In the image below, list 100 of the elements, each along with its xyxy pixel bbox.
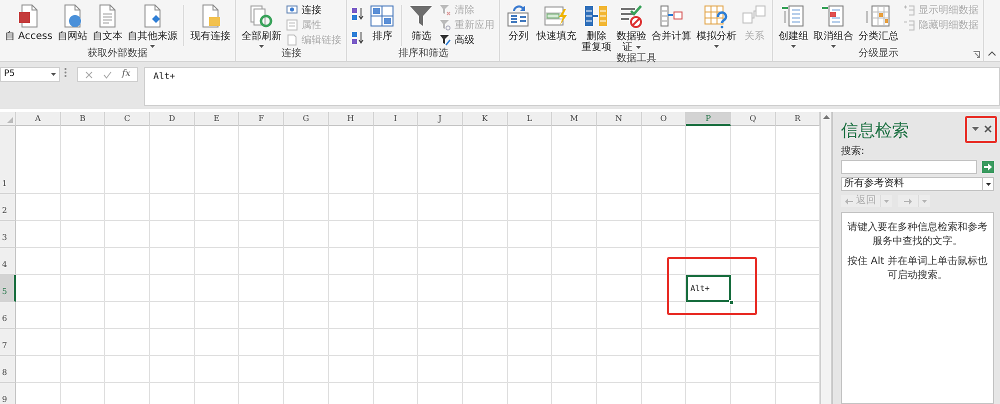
sheet-cell[interactable] xyxy=(508,329,552,356)
sheet-cell[interactable] xyxy=(239,126,284,194)
ribbon-button[interactable]: 自文本 xyxy=(90,3,124,42)
sheet-cell[interactable] xyxy=(16,275,61,302)
sheet-cell[interactable] xyxy=(60,275,106,302)
sheet-cell[interactable] xyxy=(194,194,240,221)
sheet-cell[interactable] xyxy=(642,221,686,248)
sheet-cell[interactable] xyxy=(16,221,61,248)
sheet-cell[interactable] xyxy=(150,329,195,356)
sheet-cell[interactable] xyxy=(284,221,329,248)
column-header[interactable]: L xyxy=(508,112,552,126)
sheet-cell[interactable] xyxy=(105,194,150,221)
column-header[interactable]: N xyxy=(596,112,642,126)
scope-dropdown[interactable]: 所有参考资料 xyxy=(841,177,994,191)
sheet-cell[interactable] xyxy=(239,275,284,302)
sheet-cell[interactable] xyxy=(731,329,776,356)
sheet-cell[interactable] xyxy=(596,302,642,329)
sheet-cell[interactable] xyxy=(105,329,150,356)
sheet-cell[interactable] xyxy=(150,356,195,383)
sheet-cell[interactable] xyxy=(462,356,508,383)
sheet-cell[interactable] xyxy=(508,221,552,248)
column-header[interactable]: G xyxy=(284,112,329,126)
sheet-cell[interactable] xyxy=(552,221,597,248)
column-header[interactable]: A xyxy=(16,112,61,126)
sheet-cell[interactable] xyxy=(194,329,240,356)
column-header[interactable]: D xyxy=(150,112,195,126)
sheet-cell[interactable] xyxy=(552,275,597,302)
sheet-cell[interactable] xyxy=(16,356,61,383)
sheet-cell[interactable] xyxy=(552,248,597,275)
sheet-cell[interactable] xyxy=(642,126,686,194)
ribbon-button[interactable]: 数据验 证 xyxy=(614,3,648,53)
sheet-cell[interactable] xyxy=(596,194,642,221)
sheet-cell[interactable] xyxy=(686,329,731,356)
sheet-cell[interactable] xyxy=(686,221,731,248)
sheet-cell[interactable] xyxy=(552,126,597,194)
sheet-cell[interactable] xyxy=(418,356,463,383)
sheet-cell[interactable] xyxy=(194,221,240,248)
sheet-cell[interactable] xyxy=(462,248,508,275)
sheet-cell[interactable] xyxy=(16,302,61,329)
sheet-cell[interactable] xyxy=(596,275,642,302)
sheet-cell[interactable] xyxy=(328,356,374,383)
sheet-cell[interactable] xyxy=(150,275,195,302)
insert-function-button[interactable]: fx xyxy=(122,68,130,82)
column-header[interactable]: F xyxy=(239,112,284,126)
select-all-icon[interactable] xyxy=(7,117,13,123)
sheet-cell[interactable] xyxy=(284,302,329,329)
sheet-cell[interactable] xyxy=(239,356,284,383)
column-header[interactable]: B xyxy=(60,112,106,126)
ribbon-button[interactable]: 全部刷新 xyxy=(239,3,284,48)
sheet-cell[interactable] xyxy=(462,194,508,221)
sheet-cell[interactable] xyxy=(508,126,552,194)
sheet-cell[interactable] xyxy=(328,329,374,356)
sheet-cell[interactable] xyxy=(508,356,552,383)
sheet-cell[interactable] xyxy=(508,248,552,275)
sheet-cell[interactable] xyxy=(642,356,686,383)
enter-icon[interactable] xyxy=(103,70,112,78)
sheet-cell[interactable] xyxy=(239,302,284,329)
cancel-icon[interactable] xyxy=(85,70,93,78)
sheet-cell[interactable] xyxy=(105,126,150,194)
sheet-cell[interactable] xyxy=(418,194,463,221)
sheet-cell[interactable] xyxy=(508,194,552,221)
sheet-cell[interactable] xyxy=(328,221,374,248)
sheet-cell[interactable] xyxy=(374,329,418,356)
ribbon-button[interactable]: 快速填充 xyxy=(534,3,578,42)
sheet-cell[interactable] xyxy=(194,248,240,275)
sheet-cell[interactable] xyxy=(105,356,150,383)
active-cell[interactable]: Alt+ xyxy=(686,275,731,302)
sheet-cell[interactable] xyxy=(418,275,463,302)
sheet-cell[interactable] xyxy=(731,194,776,221)
sheet-cell[interactable] xyxy=(194,356,240,383)
sheet-cell[interactable] xyxy=(239,221,284,248)
column-header[interactable]: C xyxy=(105,112,150,126)
sheet-cell[interactable] xyxy=(16,194,61,221)
sheet-cell[interactable] xyxy=(60,302,106,329)
ribbon-button[interactable]: 模拟分析 xyxy=(694,3,738,48)
ribbon-button[interactable]: 自其他来源 xyxy=(125,3,180,48)
sort-ascending-button[interactable] xyxy=(350,6,366,22)
sheet-cell[interactable] xyxy=(16,329,61,356)
sheet-cell[interactable] xyxy=(328,302,374,329)
sheet-cell[interactable] xyxy=(239,329,284,356)
ribbon-small-button[interactable]: 高级 xyxy=(437,33,496,47)
ribbon-button[interactable]: 取消组合 xyxy=(811,3,856,48)
sheet-cell[interactable] xyxy=(150,221,195,248)
name-box[interactable]: P5 xyxy=(0,67,60,82)
sheet-cell[interactable] xyxy=(284,194,329,221)
row-header[interactable]: 2 xyxy=(0,194,16,221)
sheet-cell[interactable] xyxy=(418,126,463,194)
sheet-cell[interactable] xyxy=(284,248,329,275)
sheet-cell[interactable] xyxy=(418,221,463,248)
sheet-cell[interactable] xyxy=(642,302,686,329)
ribbon-button[interactable]: 分列 xyxy=(503,3,534,42)
sheet-cell[interactable] xyxy=(328,275,374,302)
sort-descending-button[interactable] xyxy=(350,30,366,46)
sheet-cell[interactable] xyxy=(194,275,240,302)
pane-options-icon[interactable] xyxy=(972,127,979,131)
sheet-cell[interactable] xyxy=(150,302,195,329)
sheet-cell[interactable] xyxy=(508,302,552,329)
sheet-cell[interactable] xyxy=(284,356,329,383)
sheet-cell[interactable] xyxy=(374,275,418,302)
column-header[interactable]: R xyxy=(776,112,820,126)
